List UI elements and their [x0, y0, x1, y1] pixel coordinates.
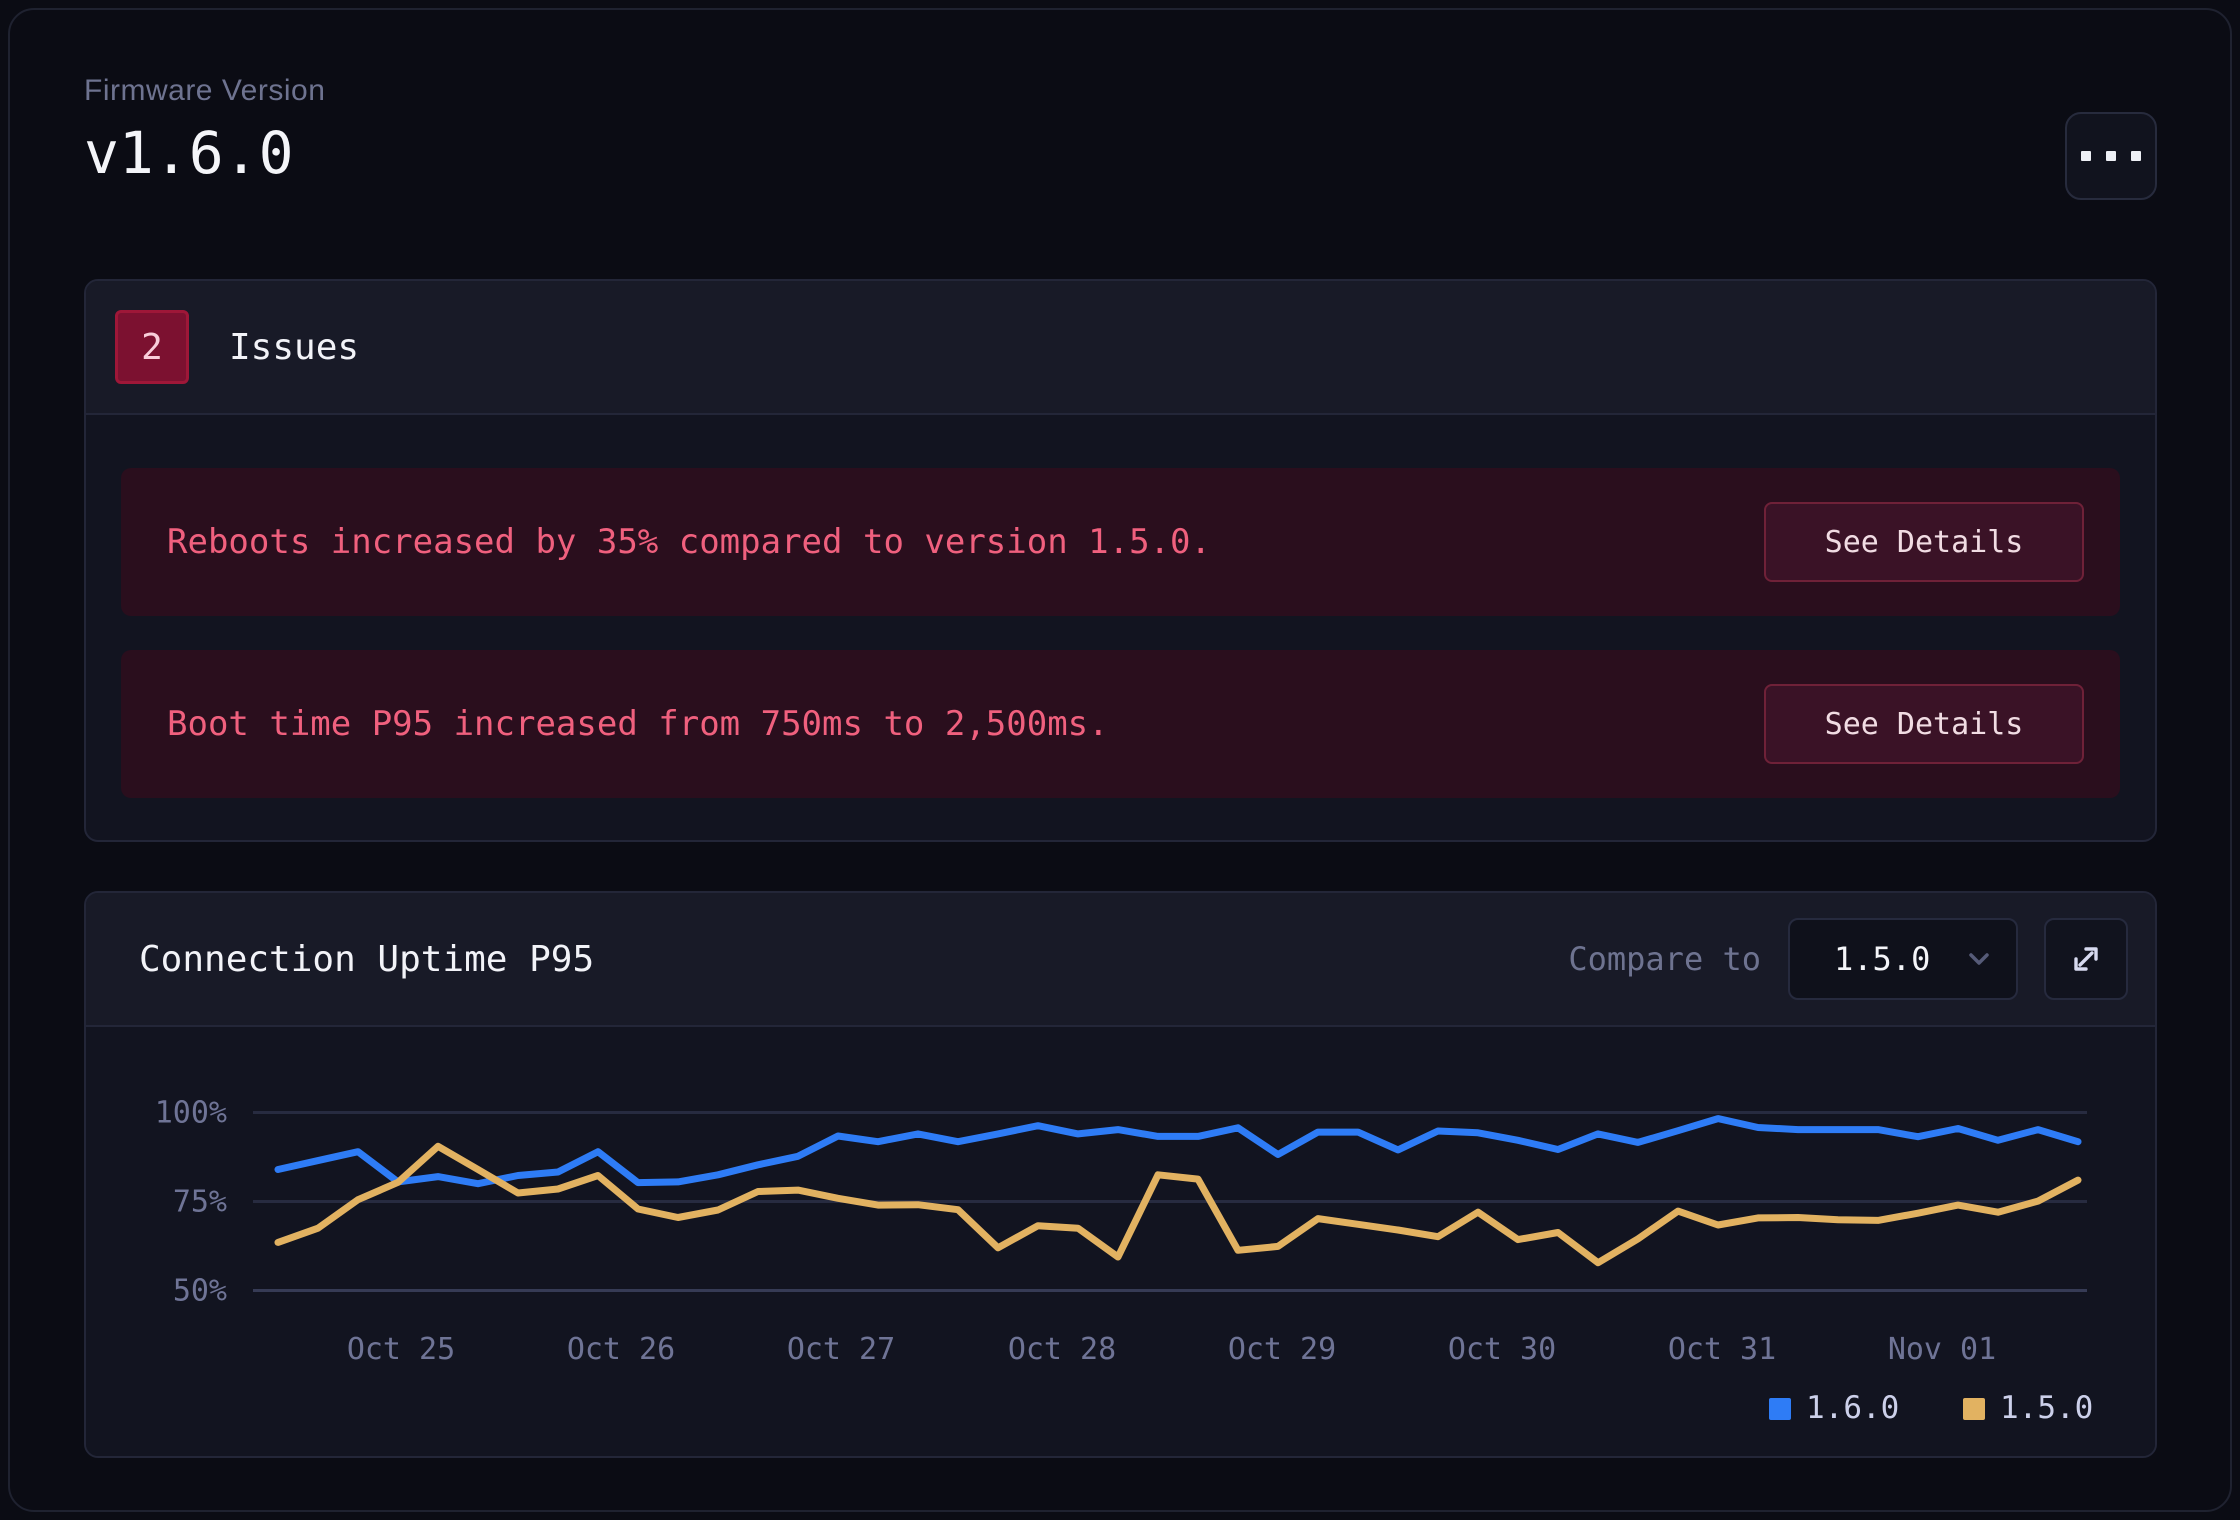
ellipsis-icon [2081, 151, 2141, 161]
more-options-button[interactable] [2065, 112, 2157, 200]
chart-area: 100% 75% 50% Oct 25 Oct 26 Oct 27 Oct 28 Oct 29… [86, 1027, 2155, 1456]
header-text-group: Firmware Version v1.6.0 [84, 76, 325, 182]
x-axis-tick-label: Oct 28 [1008, 1332, 1116, 1367]
compare-version-value: 1.5.0 [1834, 940, 1930, 978]
issues-panel-title: Issues [229, 327, 359, 368]
compare-to-label: Compare to [1568, 940, 1761, 978]
chart-title: Connection Uptime P95 [139, 939, 1568, 980]
see-details-button[interactable]: See Details [1764, 502, 2084, 582]
x-axis-tick-label: Oct 25 [347, 1332, 455, 1367]
x-axis-tick-label: Oct 27 [787, 1332, 895, 1367]
issues-count-badge: 2 [115, 310, 189, 384]
page: Firmware Version v1.6.0 2 Issues Reboots… [0, 0, 2240, 1458]
x-axis-tick-label: Oct 31 [1668, 1332, 1776, 1367]
x-axis-tick-label: Oct 30 [1448, 1332, 1556, 1367]
x-axis-tick-label: Oct 26 [567, 1332, 675, 1367]
y-axis-tick-label: 100% [155, 1096, 227, 1131]
y-axis-tick-label: 75% [173, 1185, 227, 1220]
x-axis-tick-label: Oct 29 [1228, 1332, 1336, 1367]
expand-diagonal-icon [2063, 936, 2109, 982]
legend-label-1.6.0: 1.6.0 [1806, 1390, 1899, 1426]
issues-panel: 2 Issues Reboots increased by 35% compar… [84, 279, 2157, 842]
legend-swatch-1.6.0 [1769, 1398, 1791, 1420]
chart-panel-header: Connection Uptime P95 Compare to 1.5.0 [86, 893, 2155, 1027]
issue-text: Reboots increased by 35% compared to ver… [167, 522, 1211, 562]
series-line-1.5.0 [278, 1146, 2078, 1262]
issues-list: Reboots increased by 35% compared to ver… [86, 415, 2155, 840]
x-axis-tick-label: Nov 01 [1888, 1332, 1996, 1367]
issue-row: Reboots increased by 35% compared to ver… [121, 468, 2120, 616]
uptime-chart-panel: Connection Uptime P95 Compare to 1.5.0 [84, 891, 2157, 1458]
firmware-version-label: Firmware Version [84, 76, 325, 106]
page-header: Firmware Version v1.6.0 [84, 76, 2157, 200]
compare-version-dropdown[interactable]: 1.5.0 [1788, 918, 2018, 1000]
page-title: v1.6.0 [84, 124, 325, 182]
legend-swatch-1.5.0 [1963, 1398, 1985, 1420]
uptime-line-chart: 100% 75% 50% Oct 25 Oct 26 Oct 27 Oct 28 Oct 29… [86, 1027, 2155, 1456]
y-axis-tick-label: 50% [173, 1274, 227, 1309]
expand-chart-button[interactable] [2044, 918, 2128, 1000]
chevron-down-icon [1964, 944, 1994, 974]
issues-panel-header: 2 Issues [86, 281, 2155, 415]
legend-label-1.5.0: 1.5.0 [2000, 1390, 2093, 1426]
issue-row: Boot time P95 increased from 750ms to 2,… [121, 650, 2120, 798]
see-details-button[interactable]: See Details [1764, 684, 2084, 764]
issue-text: Boot time P95 increased from 750ms to 2,… [167, 704, 1109, 744]
